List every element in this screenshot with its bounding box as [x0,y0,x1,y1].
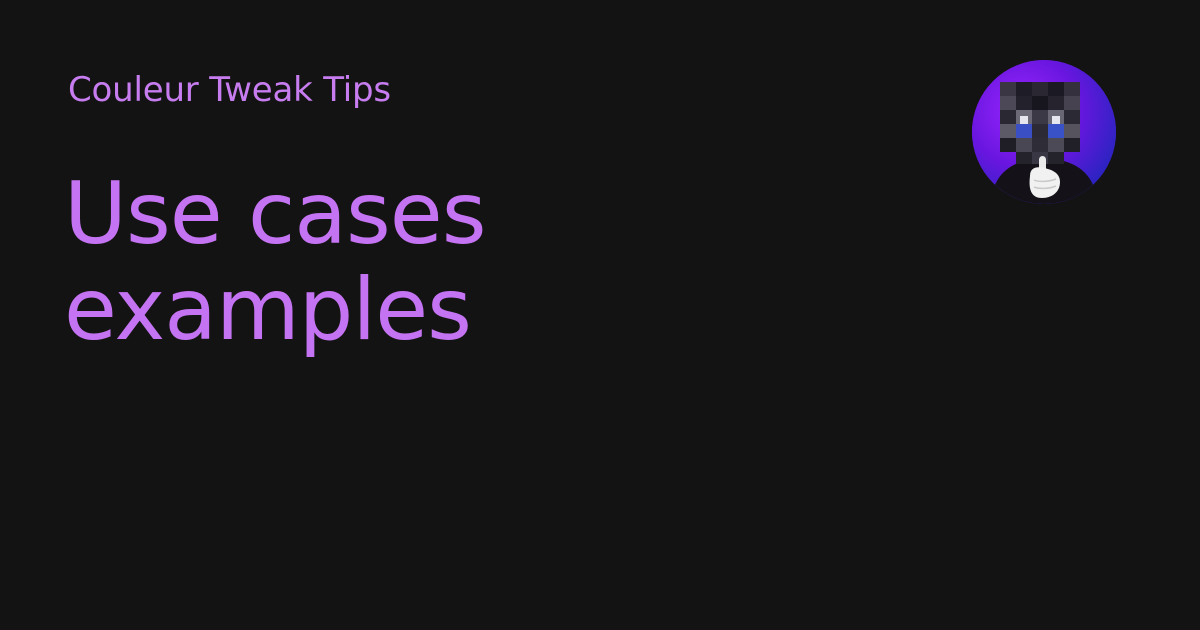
page-title-line-1: Use cases [64,164,487,264]
page-title-line-2: examples [64,260,472,360]
social-card: Couleur Tweak Tips Use cases examples [0,0,1200,630]
pixelated-face-avatar-icon [972,60,1116,204]
page-title: Use cases examples [64,166,824,358]
site-name: Couleur Tweak Tips [68,70,391,110]
